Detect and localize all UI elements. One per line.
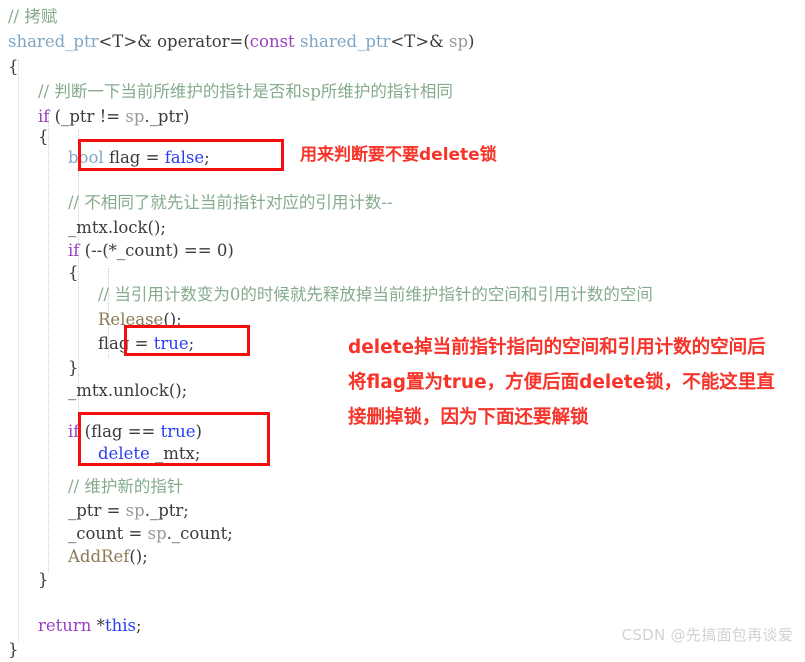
code-token: ; (188, 334, 195, 353)
code-token: bool (68, 148, 104, 167)
code-token: ; (227, 524, 233, 543)
code-token: _mtx (68, 381, 108, 400)
code-token: sp (125, 501, 145, 520)
code-line: // 拷赋 (0, 4, 805, 29)
code-token: _ptr (149, 501, 184, 520)
code-token: const (249, 32, 295, 51)
code-line: Release(); (0, 307, 805, 332)
annotation-delete-note-line: delete掉当前指针指向的空间和引用计数的空间后 (348, 337, 766, 358)
code-token: { (38, 127, 49, 146)
csdn-watermark: CSDN @先搞面包再谈爱 (621, 626, 793, 644)
annotation-delete-note-line: 将flag置为true，方便后面delete锁，不能这里直 (348, 372, 775, 393)
code-token: { (68, 263, 79, 282)
code-token: sp (449, 32, 469, 51)
code-token: if (68, 241, 80, 260)
code-token: ) (195, 422, 202, 441)
code-token: ) == (172, 241, 217, 260)
code-token: flag = (103, 148, 165, 167)
code-token: true (153, 334, 189, 353)
code-token: return (38, 616, 92, 635)
code-token: if (68, 422, 80, 441)
code-token: false (164, 148, 205, 167)
code-token: this (104, 616, 136, 635)
code-token: // 判断一下当前所维护的指针是否和sp所维护的指针相同 (38, 82, 453, 101)
code-token: (); (168, 381, 188, 400)
code-line: _count = sp._count; (0, 521, 805, 546)
code-line: delete _mtx; (0, 441, 805, 466)
code-line: { (0, 54, 805, 79)
code-token: ; (183, 501, 189, 520)
code-token: 0 (216, 241, 228, 260)
code-token: unlock (113, 381, 169, 400)
code-line: // 不相同了就先让当前指针对应的引用计数-- (0, 190, 805, 215)
code-token: _count (68, 524, 124, 543)
code-token: <T>& (98, 32, 158, 51)
code-token: ; (135, 616, 142, 635)
code-token: AddRef (68, 547, 130, 566)
code-token: = (101, 501, 126, 520)
code-token: (--(* (79, 241, 117, 260)
code-token: * (91, 616, 105, 635)
code-token: { (8, 57, 19, 76)
code-line: // 判断一下当前所维护的指针是否和sp所维护的指针相同 (0, 79, 805, 104)
code-token: ; (204, 148, 210, 167)
code-token: flag = (98, 334, 154, 353)
annotation-flag-note: 用来判断要不要delete锁 (300, 145, 497, 165)
code-token: _count (116, 241, 173, 260)
code-token: lock (113, 218, 148, 237)
code-screenshot-surface: // 拷赋 shared_ptr<T>& operator=(const shar… (0, 0, 805, 659)
code-line: _ptr = sp._ptr; (0, 498, 805, 523)
code-token: delete (98, 444, 150, 463)
code-line: // 当引用计数变为0的时候就先释放掉当前维护指针的空间和引用计数的空间 (0, 282, 805, 307)
code-line: _mtx.lock(); (0, 215, 805, 240)
code-token: } (8, 640, 19, 659)
code-token: // 不相同了就先让当前指针对应的引用计数-- (68, 193, 393, 212)
code-token: // 维护新的指针 (68, 477, 184, 496)
code-token: ) (227, 241, 234, 260)
code-token: true (160, 422, 196, 441)
code-token: _ptr (68, 501, 102, 520)
code-line: } (0, 567, 805, 592)
code-token: (); (163, 310, 182, 329)
annotation-delete-note: delete掉当前指针指向的空间和引用计数的空间后 将flag置为true，方便后… (348, 330, 775, 435)
code-token: _mtx; (149, 444, 201, 463)
code-token: operator (157, 32, 230, 51)
code-token: (); (147, 218, 166, 237)
code-token: (); (129, 547, 148, 566)
code-token: shared_ptr (299, 32, 391, 51)
code-token: <T>& (390, 32, 450, 51)
code-token: _mtx (68, 218, 108, 237)
code-token: } (38, 570, 49, 589)
code-line: shared_ptr<T>& operator=(const shared_pt… (0, 29, 805, 54)
code-token: Release (98, 310, 164, 329)
code-token: shared_ptr (8, 32, 99, 51)
code-line: // 维护新的指针 (0, 474, 805, 499)
annotation-delete-note-line: 接删掉锁，因为下面还要解锁 (348, 407, 589, 428)
code-token: =( (229, 32, 250, 51)
code-token: (flag == (79, 422, 161, 441)
code-line: AddRef(); (0, 544, 805, 569)
code-token: = (123, 524, 148, 543)
code-token: ) (468, 32, 475, 51)
code-token: } (68, 358, 79, 377)
code-token: sp (147, 524, 167, 543)
code-token: _count (171, 524, 228, 543)
code-token: // 拷赋 (8, 7, 58, 26)
code-token: // 当引用计数变为0的时候就先释放掉当前维护指针的空间和引用计数的空间 (98, 285, 653, 304)
